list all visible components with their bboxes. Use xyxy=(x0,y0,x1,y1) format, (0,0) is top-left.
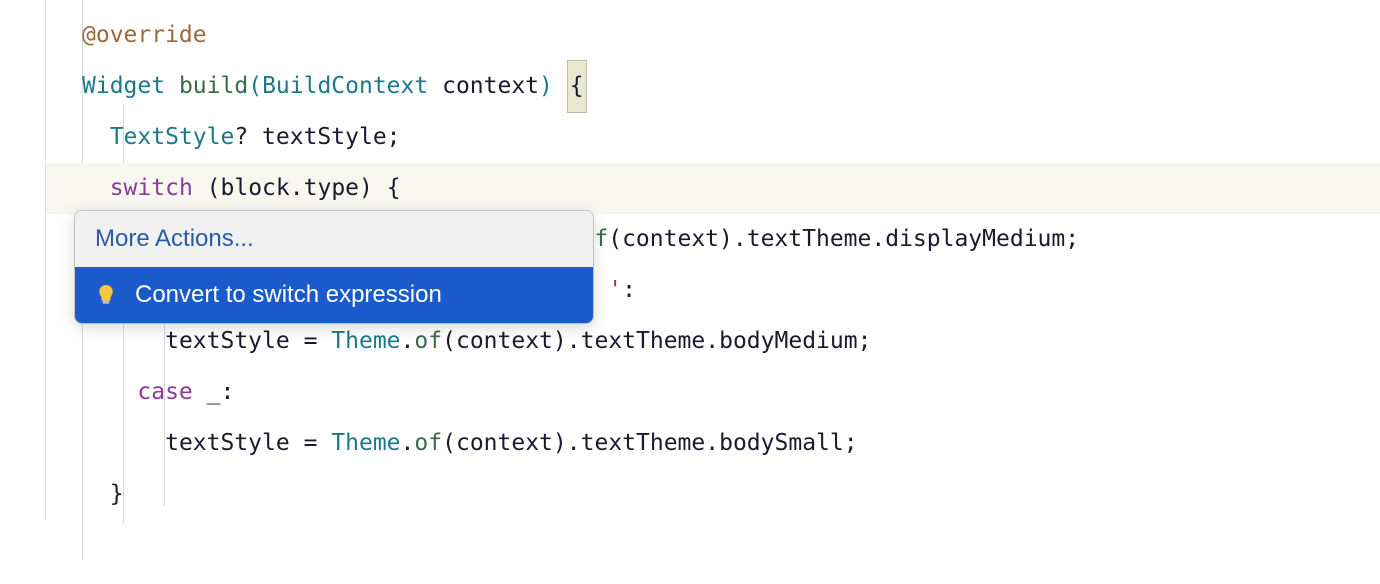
popup-header[interactable]: More Actions... xyxy=(75,211,593,267)
punct-token: ( xyxy=(207,163,221,214)
punct-token: ( xyxy=(608,214,622,265)
punct-token: ) xyxy=(719,214,733,265)
punct-token: : xyxy=(622,265,636,316)
code-line[interactable]: @override xyxy=(46,10,1380,61)
punct-token: ) xyxy=(359,163,373,214)
punct-token: . xyxy=(705,316,719,367)
paren-token: ) xyxy=(539,61,553,112)
identifier-token: bodyMedium xyxy=(719,316,857,367)
punct-token: } xyxy=(110,469,124,520)
punct-token: . xyxy=(705,418,719,469)
paren-token: ( xyxy=(248,61,262,112)
punct-token: . xyxy=(567,418,581,469)
identifier-token: textStyle xyxy=(165,418,290,469)
punct-token: ; xyxy=(844,418,858,469)
code-line[interactable]: case _: xyxy=(46,367,1380,418)
identifier-token: block xyxy=(221,163,290,214)
identifier-token: displayMedium xyxy=(885,214,1065,265)
identifier-token: textTheme xyxy=(581,316,706,367)
identifier-token: textTheme xyxy=(747,214,872,265)
punct-token: : xyxy=(221,367,235,418)
type-token: BuildContext xyxy=(262,61,428,112)
identifier-token: bodySmall xyxy=(719,418,844,469)
type-token: Theme xyxy=(331,418,400,469)
punct-token: . xyxy=(290,163,304,214)
code-line[interactable]: Widget build(BuildContext context) { xyxy=(46,61,1380,112)
lightbulb-icon[interactable] xyxy=(4,179,24,199)
code-line[interactable]: textStyle = Theme.of(context).textTheme.… xyxy=(46,418,1380,469)
identifier-token: context xyxy=(442,61,539,112)
type-token: Widget xyxy=(82,61,165,112)
method-token: build xyxy=(179,61,248,112)
code-line[interactable]: } xyxy=(46,469,1380,520)
identifier-token: textTheme xyxy=(581,418,706,469)
code-line[interactable]: TextStyle? textStyle; xyxy=(46,112,1380,163)
popup-item-label: Convert to switch expression xyxy=(135,281,442,309)
type-token: TextStyle xyxy=(110,112,235,163)
punct-token: ) xyxy=(553,418,567,469)
string-token: ' xyxy=(608,265,622,316)
code-line-highlighted[interactable]: switch (block.type) { xyxy=(46,163,1380,214)
method-token: f xyxy=(594,214,608,265)
keyword-token: switch xyxy=(110,163,193,214)
quick-fix-popup: More Actions... Convert to switch expres… xyxy=(74,210,594,324)
punct-token: . xyxy=(401,418,415,469)
brace-highlight-token: { xyxy=(567,60,587,113)
lightbulb-icon xyxy=(95,284,117,306)
keyword-token: case xyxy=(137,367,192,418)
punct-token: { xyxy=(387,163,401,214)
wildcard-token: _ xyxy=(207,367,221,418)
identifier-token: context xyxy=(456,418,553,469)
punct-token: = xyxy=(304,418,318,469)
punct-token: ; xyxy=(387,112,401,163)
punct-token: ( xyxy=(442,418,456,469)
annotation-token: @override xyxy=(82,10,207,61)
method-token: of xyxy=(414,418,442,469)
identifier-token: textStyle xyxy=(262,112,387,163)
punct-token: . xyxy=(733,214,747,265)
identifier-token: type xyxy=(304,163,359,214)
punct-token: ? xyxy=(234,112,248,163)
identifier-token: context xyxy=(622,214,719,265)
punct-token: ; xyxy=(1065,214,1079,265)
convert-to-switch-expression-item[interactable]: Convert to switch expression xyxy=(75,267,593,323)
punct-token: ; xyxy=(858,316,872,367)
punct-token: . xyxy=(871,214,885,265)
